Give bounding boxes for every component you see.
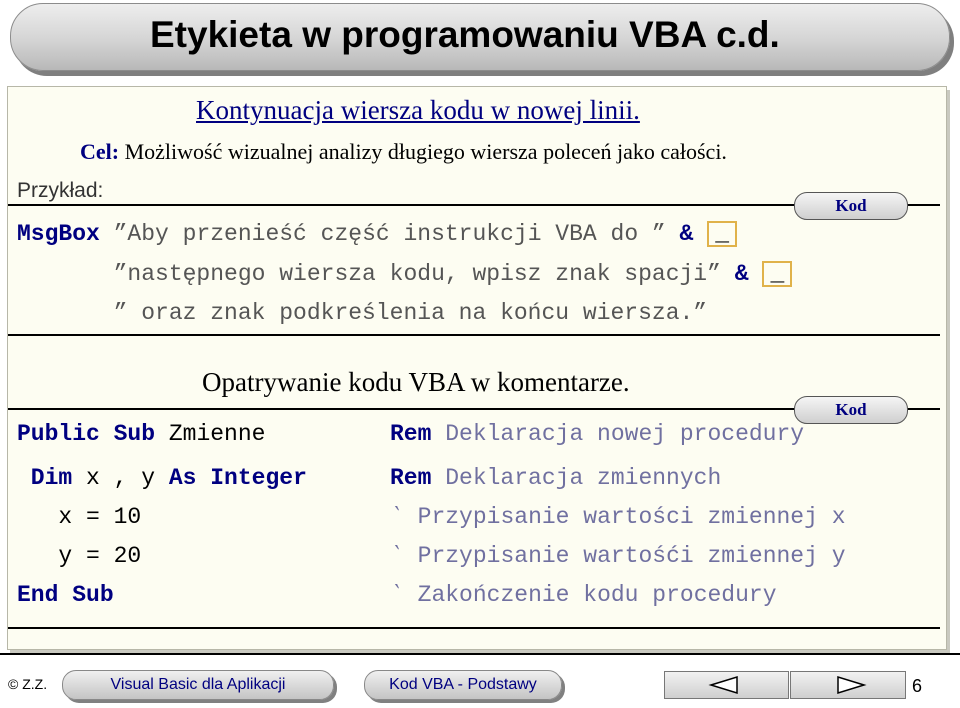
code-keyword: Public Sub: [17, 421, 156, 447]
copyright: © Z.Z.: [8, 676, 48, 692]
code-text: y = 20: [17, 543, 142, 569]
code-keyword: Dim: [17, 465, 73, 491]
code-keyword: MsgBox: [17, 221, 100, 247]
concat-operator: &: [734, 261, 749, 287]
comment-text: Deklaracja nowej procedury: [431, 421, 805, 447]
code-text: x , y: [72, 465, 169, 491]
footer-divider: [0, 653, 960, 655]
arrow-right-icon: [837, 675, 867, 695]
section2-heading: Opatrywanie kodu VBA w komentarze.: [202, 367, 630, 397]
comment-row-1: Rem Deklaracja nowej procedury: [390, 419, 804, 449]
code-line-3: ” oraz znak podkreślenia na końcu wiersz…: [17, 298, 708, 328]
code-line-1: MsgBox ”Aby przenieść część instrukcji V…: [17, 219, 738, 249]
goal-label: Cel:: [80, 139, 120, 164]
code-row-5: End Sub: [17, 580, 114, 610]
arrow-left-icon: [707, 675, 738, 695]
comment-text: ‵ Zakończenie kodu procedury: [390, 582, 777, 608]
slide-title: Etykieta w programowaniu VBA c.d.: [150, 14, 780, 55]
code-text: x = 10: [17, 504, 142, 530]
divider-middle: [8, 334, 940, 336]
goal-line: Cel: Możliwość wizualnej analizy długieg…: [80, 139, 727, 165]
next-slide-button[interactable]: [790, 671, 906, 699]
divider-bottom: [8, 627, 940, 629]
comment-text: ‵ Przypisanie wartośći zmiennej y: [390, 543, 846, 569]
line-continuation-marker: _: [707, 220, 738, 247]
goal-text: Możliwość wizualnej analizy długiego wie…: [119, 139, 727, 164]
prev-slide-button[interactable]: [664, 671, 789, 699]
code-row-2: Dim x , y As Integer: [17, 463, 307, 493]
code-badge-2: Kod: [794, 396, 908, 424]
section1-heading: Kontynuacja wiersza kodu w nowej linii.: [196, 95, 640, 125]
code-keyword: End Sub: [17, 582, 114, 608]
code-row-1: Public Sub Zmienne: [17, 419, 265, 449]
code-string: ”następnego wiersza kodu, wpisz znak spa…: [17, 261, 735, 287]
code-type-keyword: As Integer: [168, 465, 307, 491]
code-string: ” oraz znak podkreślenia na końcu wiersz…: [17, 300, 708, 326]
code-row-3: x = 10: [17, 502, 141, 532]
comment-text: ‵ Przypisanie wartości zmiennej x: [390, 504, 846, 530]
example-label: Przykład:: [17, 179, 104, 202]
comment-row-2: Rem Deklaracja zmiennych: [390, 463, 721, 493]
course-button[interactable]: Visual Basic dla Aplikacji: [62, 670, 334, 700]
line-continuation-marker: _: [762, 260, 793, 287]
comment-row-5: ‵ Zakończenie kodu procedury: [390, 580, 777, 610]
topic-button[interactable]: Kod VBA - Podstawy: [364, 670, 562, 700]
comment-row-3: ‵ Przypisanie wartości zmiennej x: [390, 502, 846, 532]
page-number: 6: [912, 676, 923, 696]
rem-keyword: Rem: [390, 421, 432, 447]
code-string: ”Aby przenieść część instrukcji VBA do ”: [99, 221, 680, 247]
code-line-2: ”następnego wiersza kodu, wpisz znak spa…: [17, 259, 793, 289]
concat-operator: &: [679, 221, 694, 247]
comment-text: Deklaracja zmiennych: [431, 465, 722, 491]
code-row-4: y = 20: [17, 541, 141, 571]
rem-keyword: Rem: [390, 465, 432, 491]
comment-row-4: ‵ Przypisanie wartośći zmiennej y: [390, 541, 846, 571]
code-badge-1: Kod: [794, 192, 908, 220]
code-text: Zmienne: [155, 421, 266, 447]
